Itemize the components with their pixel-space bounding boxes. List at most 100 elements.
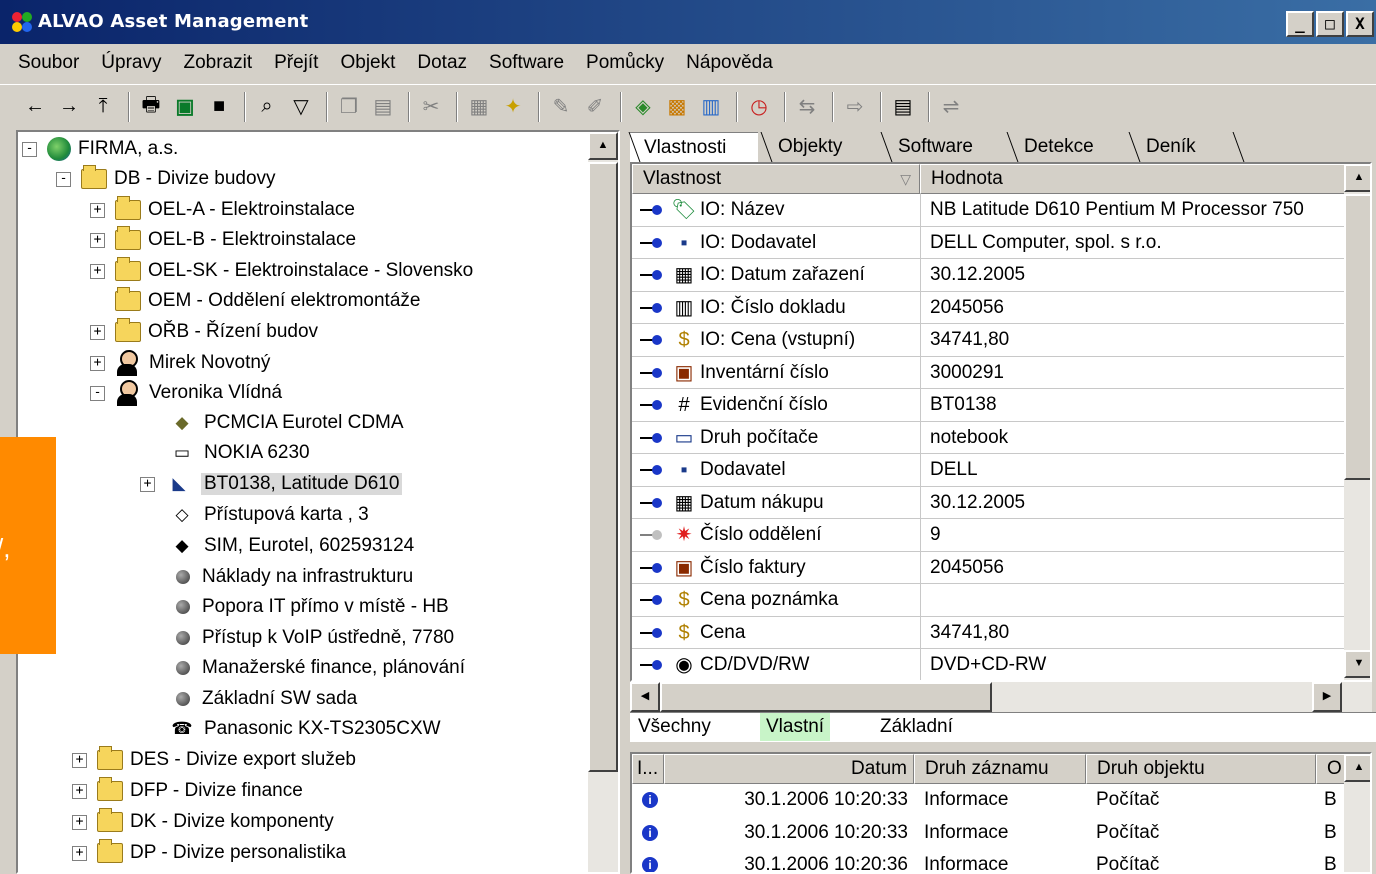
tree-node[interactable]: Základní SW sada — [176, 684, 357, 714]
move-icon[interactable]: ⇆ — [792, 92, 822, 122]
pin-icon[interactable] — [640, 562, 664, 574]
compare-icon[interactable]: ⇌ — [936, 92, 966, 122]
pin-icon[interactable] — [640, 367, 664, 379]
tree-node[interactable]: Přístup k VoIP ústředně, 7780 — [176, 623, 454, 653]
scroll-thumb[interactable] — [660, 682, 992, 712]
tree-node[interactable]: + DES - Divize export služeb — [72, 745, 356, 775]
property-row[interactable]: ▪ Dodavatel DELL — [632, 454, 1350, 487]
tree-node[interactable]: Manažerské finance, plánování — [176, 653, 465, 683]
tree-node[interactable]: - FIRMA, a.s. — [22, 134, 178, 164]
menu-napoveda[interactable]: Nápověda — [686, 52, 773, 74]
property-row[interactable]: ✷ Číslo oddělení 9 — [632, 519, 1350, 552]
log-scrollbar[interactable]: ▲ — [1344, 754, 1370, 872]
pin-icon[interactable] — [640, 269, 664, 281]
menu-dotaz[interactable]: Dotaz — [417, 52, 467, 74]
tree-node[interactable]: + OŘB - Řízení budov — [90, 317, 318, 347]
property-value[interactable]: 34741,80 — [930, 617, 1346, 649]
pin-icon[interactable] — [640, 237, 664, 249]
column-header-icon[interactable]: I... — [632, 754, 664, 784]
collapse-icon[interactable]: - — [90, 385, 105, 401]
menu-pomucky[interactable]: Pomůcky — [586, 52, 664, 74]
print-icon[interactable]: 🖶 — [136, 92, 166, 122]
scroll-up-icon[interactable]: ▲ — [588, 132, 618, 160]
wizard-icon[interactable]: ✦ — [498, 92, 528, 122]
property-value[interactable]: DELL Computer, spol. s r.o. — [930, 227, 1346, 259]
expand-icon[interactable]: + — [72, 783, 87, 799]
tab-vsechny[interactable]: Všechny — [632, 713, 717, 741]
report-icon[interactable]: ▩ — [662, 92, 692, 122]
log-row[interactable]: i 30.1.2006 10:20:36 Informace Počítač B — [632, 849, 1352, 872]
property-value[interactable]: 34741,80 — [930, 324, 1346, 356]
property-row[interactable]: ▥ IO: Číslo dokladu 2045056 — [632, 292, 1350, 324]
scroll-left-icon[interactable]: ◀ — [630, 682, 660, 712]
pin-icon[interactable] — [640, 497, 664, 509]
column-header-vlastnost[interactable]: Vlastnost ▽ — [632, 164, 920, 194]
tree-node[interactable]: OEM - Oddělení elektromontáže — [115, 286, 420, 316]
tree-node[interactable]: ◆ PCMCIA Eurotel CDMA — [168, 408, 403, 438]
property-row[interactable]: ▭ Druh počítače notebook — [632, 422, 1350, 454]
column-header-o[interactable]: O — [1316, 754, 1346, 784]
expand-icon[interactable]: + — [90, 355, 105, 371]
property-value[interactable]: 30.12.2005 — [930, 487, 1346, 519]
log-row[interactable]: i 30.1.2006 10:20:33 Informace Počítač B — [632, 817, 1352, 850]
tree-node[interactable]: Popora IT přímo v místě - HB — [176, 592, 449, 622]
pin-icon[interactable] — [640, 334, 664, 346]
log-row[interactable]: i 30.1.2006 10:20:33 Informace Počítač B — [632, 784, 1352, 817]
find-icon[interactable]: ⌕ — [252, 92, 282, 122]
property-value[interactable] — [930, 584, 1346, 616]
clipboard-icon[interactable]: ▤ — [888, 92, 918, 122]
title-bar[interactable]: ALVAO Asset Management _ □ X — [0, 0, 1376, 44]
tree-scrollbar[interactable]: ▲ — [588, 132, 618, 872]
menu-soubor[interactable]: Soubor — [18, 52, 79, 74]
property-row[interactable]: $ Cena poznámka — [632, 584, 1350, 617]
close-button[interactable]: X — [1346, 11, 1374, 37]
tab-vlastni[interactable]: Vlastní — [760, 713, 831, 741]
properties-scrollbar[interactable]: ▲ ▼ — [1344, 164, 1370, 680]
pin-icon[interactable] — [640, 594, 664, 606]
tree-node[interactable]: ◇ Přístupová karta , 3 — [168, 500, 368, 530]
expand-icon[interactable]: + — [140, 476, 155, 492]
tree-node[interactable]: - Veronika Vlídná — [90, 378, 282, 408]
menu-upravy[interactable]: Úpravy — [101, 52, 161, 74]
tree-node[interactable]: + Mirek Novotný — [90, 348, 270, 378]
scroll-thumb[interactable] — [1344, 194, 1370, 480]
expand-icon[interactable]: + — [72, 845, 87, 861]
tree-node[interactable]: + OEL-SK - Elektroinstalace - Slovensko — [90, 256, 473, 286]
property-row[interactable]: ▪ IO: Dodavatel DELL Computer, spol. s r.o… — [632, 227, 1350, 259]
property-value[interactable]: 2045056 — [930, 292, 1346, 324]
expand-icon[interactable]: + — [90, 232, 105, 248]
column-header-hodnota[interactable]: Hodnota — [920, 164, 1352, 194]
pin-icon[interactable] — [640, 627, 664, 639]
menu-objekt[interactable]: Objekt — [340, 52, 395, 74]
property-value[interactable]: NB Latitude D610 Pentium M Processor 750 — [930, 194, 1346, 226]
expand-icon[interactable]: + — [90, 324, 105, 340]
properties-hscrollbar[interactable]: ◀ ▶ — [630, 682, 1372, 712]
alarm-icon[interactable]: ◷ — [744, 92, 774, 122]
property-row[interactable]: $ IO: Cena (vstupní) 34741,80 — [632, 324, 1350, 357]
cut-icon[interactable]: ✂ — [416, 92, 446, 122]
property-row[interactable]: $ Cena 34741,80 — [632, 617, 1350, 649]
expand-icon[interactable]: + — [90, 263, 105, 279]
property-value[interactable]: DVD+CD-RW — [930, 649, 1346, 680]
property-value[interactable]: notebook — [930, 422, 1346, 454]
pin-icon[interactable] — [640, 529, 664, 541]
tree-node[interactable]: + DK - Divize komponenty — [72, 807, 334, 837]
forward-arrow-icon[interactable]: → — [54, 92, 84, 122]
edit-icon[interactable]: ✎ — [546, 92, 576, 122]
maximize-button[interactable]: □ — [1316, 11, 1344, 37]
pin-icon[interactable] — [640, 464, 664, 476]
property-value[interactable]: DELL — [930, 454, 1346, 486]
back-arrow-icon[interactable]: ← — [20, 92, 50, 122]
detect-icon[interactable]: ◈ — [628, 92, 658, 122]
menu-zobrazit[interactable]: Zobrazit — [183, 52, 252, 74]
export-icon[interactable]: ⇨ — [840, 92, 870, 122]
edit-alt-icon[interactable]: ✐ — [580, 92, 610, 122]
collapse-icon[interactable]: - — [22, 141, 37, 157]
column-header-druh-objektu[interactable]: Druh objektu — [1086, 754, 1316, 784]
excel-icon[interactable]: ▣ — [170, 92, 200, 122]
tree-node[interactable]: + DP - Divize personalistika — [72, 838, 346, 868]
new-object-icon[interactable]: ▦ — [464, 92, 494, 122]
property-row[interactable]: ◉ CD/DVD/RW DVD+CD-RW — [632, 649, 1350, 680]
column-header-druh-zaznamu[interactable]: Druh záznamu — [914, 754, 1086, 784]
scroll-thumb[interactable] — [588, 162, 618, 772]
